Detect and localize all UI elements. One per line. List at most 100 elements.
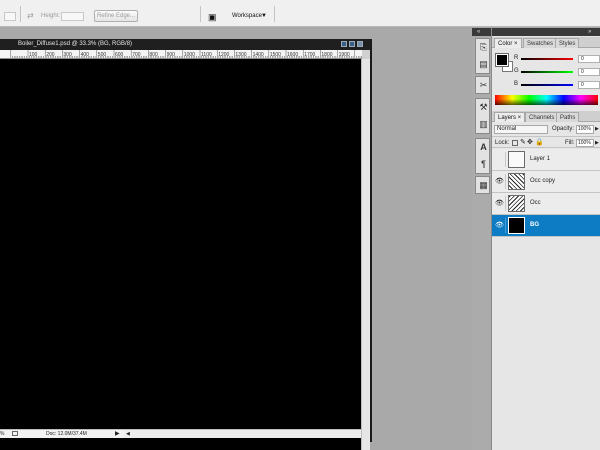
tab-layers-label: Layers [498,115,517,121]
blue-slider[interactable]: B 0 [514,81,600,89]
layers-panel-tabs: Layers × Channels Paths [492,111,600,122]
zoom-level[interactable]: % [0,430,4,438]
close-icon[interactable] [357,41,363,47]
ruler-label: 1600 [287,52,298,58]
panel-dock: « ⎘ ▤ ✂ ⚒ ▥ A ¶ ▦ [472,28,492,450]
minimize-icon[interactable] [341,41,347,47]
ruler-label: 900 [167,52,176,58]
tab-color[interactable]: Color × [494,38,522,48]
layer-row[interactable]: 👁 BG [492,215,600,237]
blue-track[interactable] [521,84,573,86]
dock-group-history: ⎘ ▤ [475,38,490,74]
ruler-label: 1400 [253,52,264,58]
height-field[interactable] [61,12,84,21]
lock-position-icon[interactable]: ✥ [527,138,533,146]
ruler-scale: 100 200 300 400 500 600 700 800 900 1000 1100 1200 1… [10,50,362,58]
blend-mode-value: Normal [497,126,517,132]
opacity-field[interactable]: 100% [576,125,594,134]
color-panel-tabs: Color × Swatches Styles [492,37,600,48]
panels: » Color × Swatches Styles R 0 G 0 B 0 La… [491,28,600,450]
layer-row[interactable]: 👁 Occ copy [492,171,600,193]
dock-group-info: ▦ [475,176,490,194]
red-track[interactable] [521,58,573,60]
clone-source-icon[interactable]: ▥ [478,119,489,130]
ruler-label: 1300 [235,52,246,58]
vertical-scrollbar[interactable] [361,59,370,450]
ruler-label: 1500 [270,52,281,58]
layer-name: Layer 1 [530,156,551,162]
fill-field[interactable]: 100% [576,139,594,147]
blue-label: B [514,81,519,87]
blend-mode-select[interactable]: Normal [494,125,548,134]
expand-icon[interactable]: » [588,28,591,36]
chevron-down-icon: ▼ [261,13,267,19]
red-value[interactable]: 0 [578,55,600,63]
layer-row[interactable]: Layer 1 [492,149,600,171]
ruler-label: 1100 [201,52,212,58]
workspace-label: Workspace [232,13,262,19]
opacity-arrow-icon[interactable]: ▶ [595,126,599,132]
ruler-label: 700 [132,52,141,58]
horizontal-ruler[interactable]: 100 200 300 400 500 600 700 800 900 1000 1100 1200 1… [0,50,362,59]
paragraph-icon[interactable]: ¶ [478,159,489,170]
eye-icon[interactable]: 👁 [494,196,506,211]
panel-header[interactable]: » [492,28,600,36]
layer-row[interactable]: 👁 Occ [492,193,600,215]
navigator-icon[interactable]: ▤ [478,59,489,70]
blue-value[interactable]: 0 [578,81,600,89]
fill-arrow-icon[interactable]: ▶ [595,140,599,146]
maximize-icon[interactable] [349,41,355,47]
color-spectrum-shade [495,95,598,105]
dock-header[interactable]: « [472,28,492,36]
options-separator [274,6,275,22]
swap-icon[interactable]: ⇄ [27,12,34,20]
tab-channels[interactable]: Channels [525,112,559,122]
history-icon[interactable]: ⎘ [478,42,489,53]
refine-edge-button[interactable]: Refine Edge... [94,10,138,22]
document-window: Boiler_Diffuse1.psd @ 33.3% (BG, RGB/8) … [0,39,372,450]
opacity-label: Opacity: [552,126,575,132]
eye-icon[interactable]: 👁 [494,218,506,233]
lock-transparency-icon[interactable] [512,140,518,146]
lock-image-icon[interactable]: ✎ [520,138,526,146]
fill-label: Fill: [565,140,575,146]
doc-size: Doc: 12.0M/37.4M [46,431,87,437]
status-menu-arrow-icon[interactable]: ▶ [115,430,120,438]
height-label: Height: [41,13,61,19]
width-field[interactable] [4,12,16,21]
eye-icon[interactable]: 👁 [494,174,506,189]
tool-presets-icon[interactable]: ✂ [478,80,489,91]
info-icon[interactable]: ▦ [478,180,489,191]
ruler-label: 600 [115,52,124,58]
tab-layers[interactable]: Layers × [494,112,526,122]
ruler-label: 800 [149,52,158,58]
ruler-label: 500 [98,52,107,58]
status-icon [12,431,18,436]
ruler-label: 1200 [218,52,229,58]
ruler-label: 400 [81,52,90,58]
document-title: Boiler_Diffuse1.psd @ 33.3% (BG, RGB/8) [18,41,133,47]
tab-swatches[interactable]: Swatches [523,38,558,48]
tab-styles[interactable]: Styles [555,38,580,48]
horizontal-scrollbar[interactable]: ◀ [124,429,361,438]
foreground-color-swatch-front [495,53,509,67]
scroll-left-icon[interactable]: ◀ [126,431,130,437]
tab-color-label: Color [498,41,513,47]
document-canvas[interactable] [0,59,361,450]
collapse-icon[interactable]: « [477,28,480,36]
ruler-label: 1000 [184,52,195,58]
status-bar: % Doc: 12.0M/37.4M ▶ [0,429,124,438]
tab-paths[interactable]: Paths [556,112,580,122]
character-icon[interactable]: A [478,142,489,153]
red-slider[interactable]: R 0 [514,55,600,63]
green-slider[interactable]: G 0 [514,68,600,76]
workspace-icon: ▣ [208,12,217,22]
visibility-toggle[interactable] [494,152,506,167]
green-value[interactable]: 0 [578,68,600,76]
document-titlebar[interactable]: Boiler_Diffuse1.psd @ 33.3% (BG, RGB/8) [0,39,370,50]
green-track[interactable] [521,71,573,73]
brushes-icon[interactable]: ⚒ [478,102,489,113]
lock-all-icon[interactable]: 🔒 [535,138,544,146]
ruler-label: 300 [63,52,72,58]
workspace-button[interactable]: ▣ Workspace ▼ [205,9,271,23]
